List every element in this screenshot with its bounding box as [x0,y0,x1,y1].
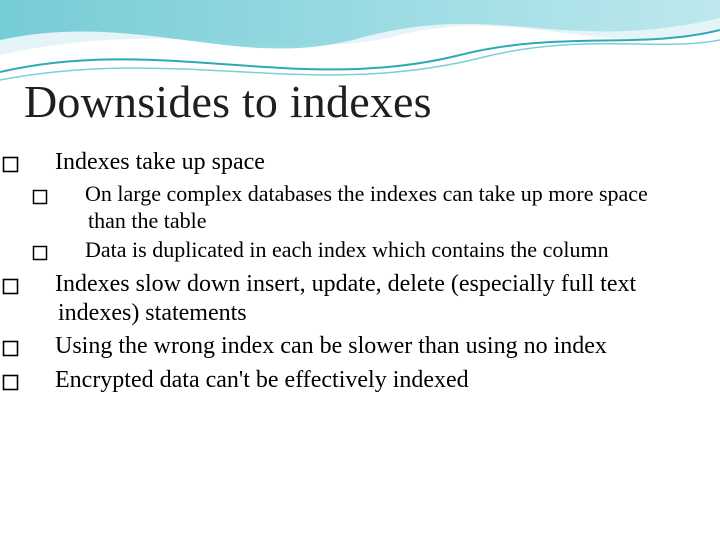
square-bullet-icon [30,154,49,173]
bullet-item: On large complex databases the indexes c… [30,181,690,235]
square-bullet-icon [60,242,79,261]
bullet-text: Data is duplicated in each index which c… [85,237,609,262]
square-bullet-icon [30,338,49,357]
slide: Downsides to indexes Indexes take up spa… [0,0,720,540]
bullet-item: Data is duplicated in each index which c… [30,237,690,264]
square-bullet-icon [60,186,79,205]
bullet-text: On large complex databases the indexes c… [85,181,648,233]
bullet-item: Indexes slow down insert, update, delete… [30,270,690,329]
square-bullet-icon [30,372,49,391]
bullet-text: Indexes slow down insert, update, delete… [55,271,636,326]
bullet-text: Using the wrong index can be slower than… [55,333,607,359]
bullet-item: Encrypted data can't be effectively inde… [30,366,690,395]
slide-body: Indexes take up space On large complex d… [30,148,690,399]
slide-title: Downsides to indexes [24,78,432,126]
bullet-item: Using the wrong index can be slower than… [30,332,690,361]
square-bullet-icon [30,276,49,295]
bullet-text: Encrypted data can't be effectively inde… [55,367,469,393]
bullet-item: Indexes take up space [30,148,690,177]
bullet-text: Indexes take up space [55,149,265,175]
